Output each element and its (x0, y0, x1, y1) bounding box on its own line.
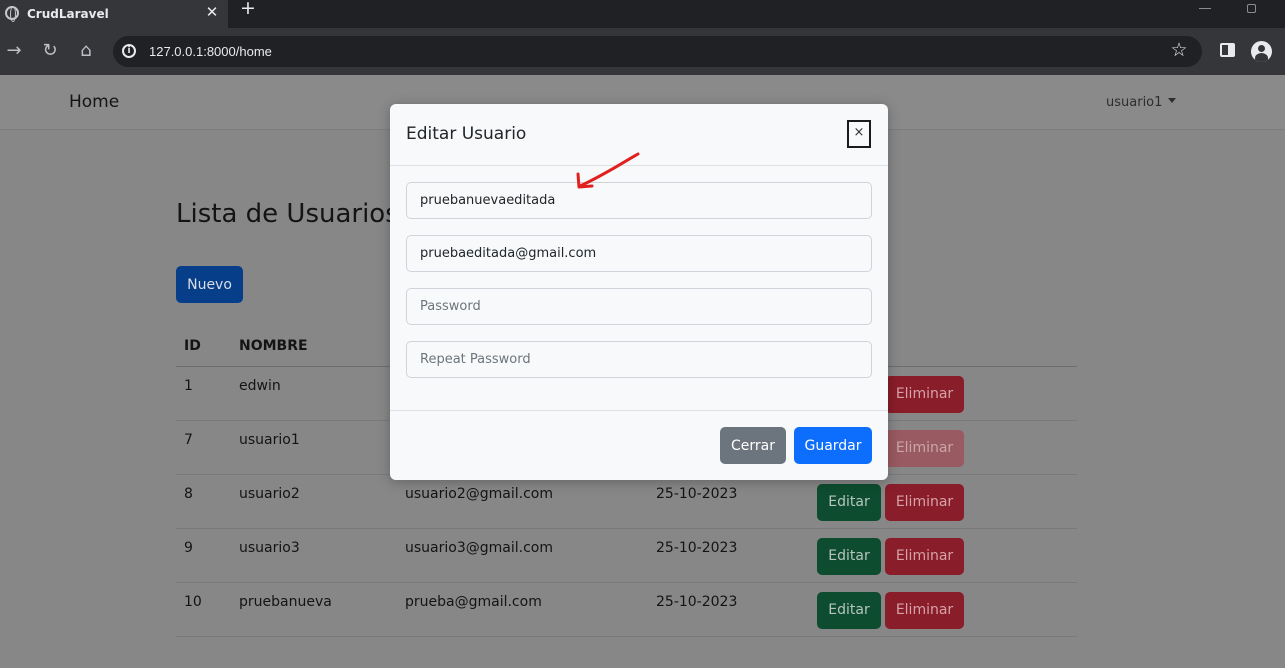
cell-email: usuario2@gmail.com (397, 474, 648, 529)
modal-title: Editar Usuario (406, 124, 527, 144)
cell-nombre: usuario2 (231, 474, 397, 529)
cell-id: 7 (176, 420, 231, 475)
edit-button[interactable]: Editar (817, 483, 881, 521)
cell-id: 10 (176, 582, 231, 637)
save-button[interactable]: Guardar (794, 427, 872, 464)
cell-id: 1 (176, 366, 231, 421)
cell-email: usuario3@gmail.com (397, 528, 648, 583)
forward-icon[interactable]: → (4, 40, 24, 62)
user-dropdown[interactable]: usuario1 (1106, 95, 1177, 110)
page-title: Lista de Usuarios (176, 199, 399, 229)
table-row: 9 usuario3 usuario3@gmail.com 25-10-2023… (176, 528, 1077, 583)
delete-button[interactable]: Eliminar (885, 537, 964, 575)
header-id: ID (176, 327, 231, 367)
table-row: 8 usuario2 usuario2@gmail.com 25-10-2023… (176, 474, 1077, 529)
tab-title: CrudLaravel (27, 7, 109, 21)
minimize-icon[interactable] (1199, 8, 1211, 9)
cell-fecha: 25-10-2023 (648, 582, 809, 637)
browser-tabstrip: CrudLaravel ✕ + (0, 0, 1285, 28)
restore-icon[interactable] (1247, 4, 1256, 13)
modal-close-button[interactable]: × (847, 120, 871, 148)
address-bar[interactable]: i 127.0.0.1:8000/home ☆ (113, 36, 1202, 67)
cell-id: 9 (176, 528, 231, 583)
tab-close-icon[interactable]: ✕ (204, 3, 220, 21)
password-input[interactable] (406, 288, 872, 325)
cell-fecha: 25-10-2023 (648, 474, 809, 529)
profile-icon[interactable] (1251, 41, 1272, 62)
globe-icon (5, 6, 19, 22)
site-info-icon[interactable]: i (122, 44, 136, 58)
url-text[interactable]: 127.0.0.1:8000/home (149, 44, 272, 59)
cell-actions: EditarEliminar (809, 582, 1077, 637)
cell-id: 8 (176, 474, 231, 529)
reload-icon[interactable]: ↻ (40, 40, 60, 62)
side-panel-icon[interactable] (1220, 43, 1235, 57)
cell-nombre: pruebanueva (231, 582, 397, 637)
edit-button[interactable]: Editar (817, 591, 881, 629)
annotation-arrow-icon (576, 152, 640, 189)
delete-button[interactable]: Eliminar (885, 375, 964, 413)
bookmark-star-icon[interactable]: ☆ (1169, 39, 1189, 61)
cell-email: prueba@gmail.com (397, 582, 648, 637)
modal-footer-divider (390, 410, 888, 411)
navbar-brand[interactable]: Home (69, 92, 119, 112)
delete-button[interactable]: Eliminar (885, 591, 964, 629)
cell-nombre: usuario1 (231, 420, 397, 475)
close-button[interactable]: Cerrar (720, 427, 786, 464)
browser-tab[interactable]: CrudLaravel ✕ (0, 0, 228, 28)
cell-nombre: edwin (231, 366, 397, 421)
header-nombre: NOMBRE (231, 327, 397, 367)
repeat-password-input[interactable] (406, 341, 872, 378)
cell-actions: EditarEliminar (809, 528, 1077, 583)
new-tab-button[interactable]: + (238, 0, 258, 18)
caret-down-icon (1168, 98, 1177, 103)
home-icon[interactable]: ⌂ (76, 40, 96, 62)
edit-button[interactable]: Editar (817, 537, 881, 575)
cell-fecha: 25-10-2023 (648, 528, 809, 583)
user-name: usuario1 (1106, 95, 1163, 110)
cell-nombre: usuario3 (231, 528, 397, 583)
delete-button[interactable]: Eliminar (885, 429, 964, 467)
browser-toolbar: → ↻ ⌂ i 127.0.0.1:8000/home ☆ (0, 28, 1285, 75)
delete-button[interactable]: Eliminar (885, 483, 964, 521)
table-row: 10 pruebanueva prueba@gmail.com 25-10-20… (176, 582, 1077, 637)
email-input[interactable] (406, 235, 872, 272)
cell-actions: EditarEliminar (809, 474, 1077, 529)
new-user-button[interactable]: Nuevo (176, 266, 243, 303)
